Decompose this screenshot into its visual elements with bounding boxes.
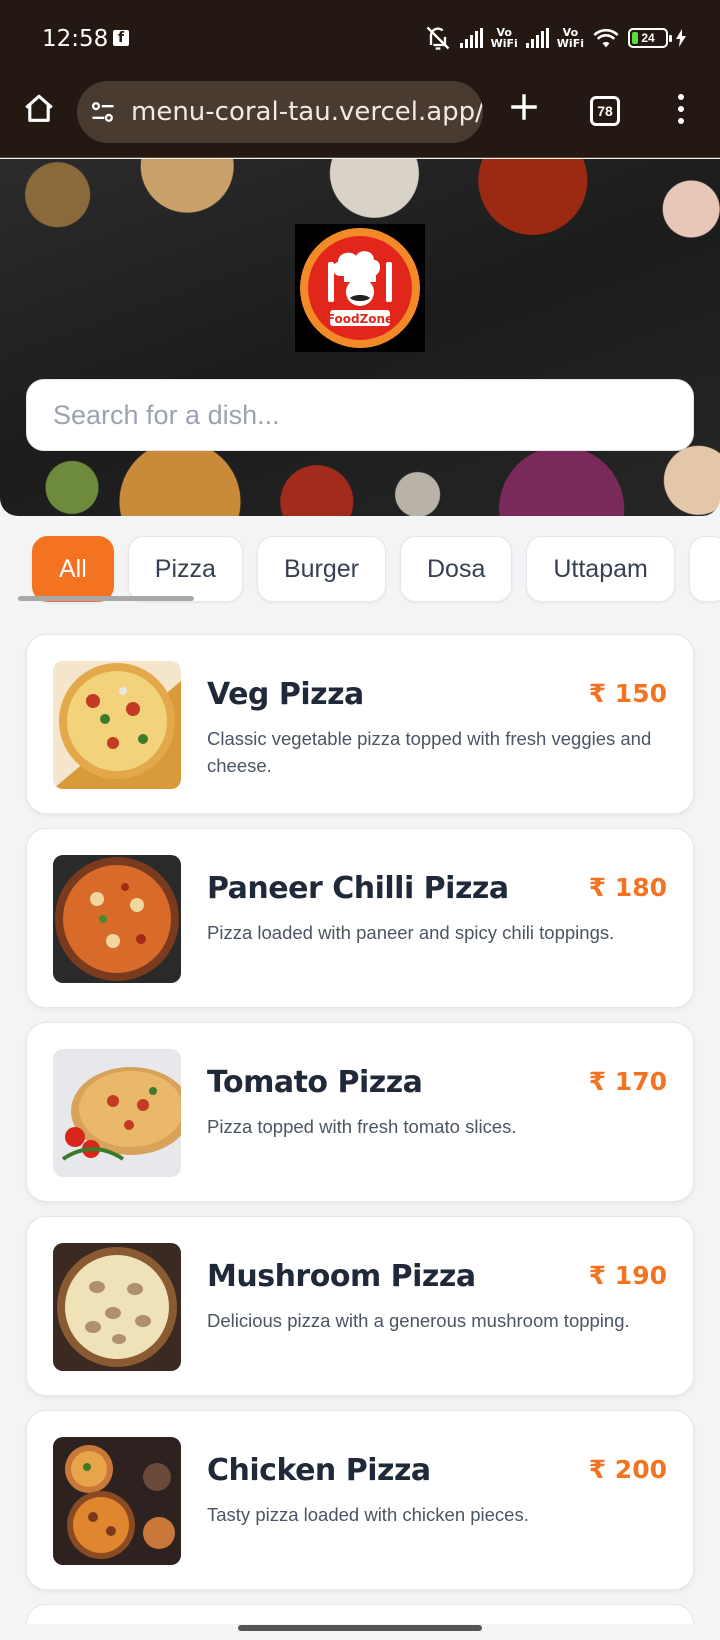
dish-description: Classic vegetable pizza topped with fres…: [207, 728, 652, 776]
category-chip-all[interactable]: All: [32, 536, 114, 602]
signal-icon: [459, 28, 483, 48]
facebook-notification-icon: f: [113, 30, 129, 46]
wifi-icon: [593, 28, 619, 48]
dish-card[interactable]: Veg Pizza ₹ 150 Classic vegetable pizza …: [26, 634, 694, 814]
dish-card[interactable]: Mushroom Pizza ₹ 190 Delicious pizza wit…: [26, 1216, 694, 1396]
chicken-pizza-image: [53, 1437, 181, 1565]
home-icon[interactable]: [22, 92, 56, 126]
category-chip-dosa[interactable]: Dosa: [399, 536, 513, 602]
category-label: Pizza: [154, 554, 216, 583]
category-label: All: [59, 554, 87, 583]
category-chip-pizza[interactable]: Pizza: [127, 536, 243, 602]
category-label: Dosa: [426, 554, 486, 583]
vowifi-icon-2: Vo WiFi: [556, 26, 584, 50]
dish-name: Chicken Pizza: [207, 1453, 431, 1488]
dish-price: ₹ 180: [588, 873, 667, 902]
status-icons: Vo WiFi Vo WiFi 24: [424, 24, 686, 52]
category-scrollbar[interactable]: [18, 596, 194, 601]
dish-name: Paneer Chilli Pizza: [207, 871, 509, 906]
search-box[interactable]: [26, 379, 694, 451]
vibrate-off-icon: [426, 26, 449, 50]
address-bar[interactable]: menu-coral-tau.vercel.app/m: [77, 81, 483, 143]
svg-text:FoodZone: FoodZone: [327, 312, 393, 326]
dish-price: ₹ 190: [588, 1261, 667, 1290]
category-chip-more[interactable]: [688, 536, 720, 602]
hero-banner: FoodZone: [0, 159, 720, 516]
veg-pizza-image: [53, 661, 181, 789]
overflow-menu-icon[interactable]: [669, 92, 693, 126]
dish-price: ₹ 200: [588, 1455, 667, 1484]
category-bar: All Pizza Burger Dosa Uttapam: [0, 536, 720, 604]
gesture-navigation-bar[interactable]: [238, 1625, 482, 1631]
dish-card-partial[interactable]: [26, 1604, 694, 1624]
dish-card[interactable]: Tomato Pizza ₹ 170 Pizza topped with fre…: [26, 1022, 694, 1202]
battery-level: 24: [641, 31, 655, 45]
new-tab-icon[interactable]: [507, 90, 541, 124]
category-label: Uttapam: [553, 554, 648, 583]
dish-description: Delicious pizza with a generous mushroom…: [207, 1310, 630, 1331]
dish-price: ₹ 170: [588, 1067, 667, 1096]
dish-card[interactable]: Paneer Chilli Pizza ₹ 180 Pizza loaded w…: [26, 828, 694, 1008]
restaurant-logo: FoodZone: [295, 224, 425, 352]
dish-description: Pizza loaded with paneer and spicy chili…: [207, 922, 615, 943]
category-chip-uttapam[interactable]: Uttapam: [526, 536, 675, 602]
url-text[interactable]: menu-coral-tau.vercel.app/m: [131, 97, 483, 127]
dish-description: Pizza topped with fresh tomato slices.: [207, 1116, 517, 1137]
dish-description: Tasty pizza loaded with chicken pieces.: [207, 1504, 529, 1525]
mushroom-pizza-image: [53, 1243, 181, 1371]
signal-icon-2: [525, 28, 549, 48]
search-input[interactable]: [53, 399, 667, 431]
dish-card[interactable]: Chicken Pizza ₹ 200 Tasty pizza loaded w…: [26, 1410, 694, 1590]
site-settings-icon[interactable]: [89, 98, 117, 126]
charging-icon: [676, 29, 686, 47]
dish-name: Mushroom Pizza: [207, 1259, 476, 1294]
category-label: Burger: [283, 554, 359, 583]
dish-name: Tomato Pizza: [207, 1065, 423, 1100]
chef-logo-icon: FoodZone: [300, 228, 420, 348]
paneer-chilli-pizza-image: [53, 855, 181, 983]
status-time: 12:58: [42, 26, 109, 52]
browser-toolbar: menu-coral-tau.vercel.app/m 78: [0, 76, 720, 158]
dish-name: Veg Pizza: [207, 677, 364, 712]
tomato-pizza-image: [53, 1049, 181, 1177]
dish-price: ₹ 150: [588, 679, 667, 708]
battery-icon: 24: [628, 28, 672, 48]
category-chips: All Pizza Burger Dosa Uttapam: [32, 536, 720, 602]
tab-count: 78: [597, 103, 613, 119]
vowifi-icon: Vo WiFi: [490, 26, 518, 50]
category-chip-burger[interactable]: Burger: [256, 536, 386, 602]
status-bar: 12:58 f Vo WiFi Vo WiFi 24: [0, 0, 720, 76]
dish-list: Veg Pizza ₹ 150 Classic vegetable pizza …: [26, 634, 694, 1624]
tab-switcher-button[interactable]: 78: [590, 96, 620, 126]
